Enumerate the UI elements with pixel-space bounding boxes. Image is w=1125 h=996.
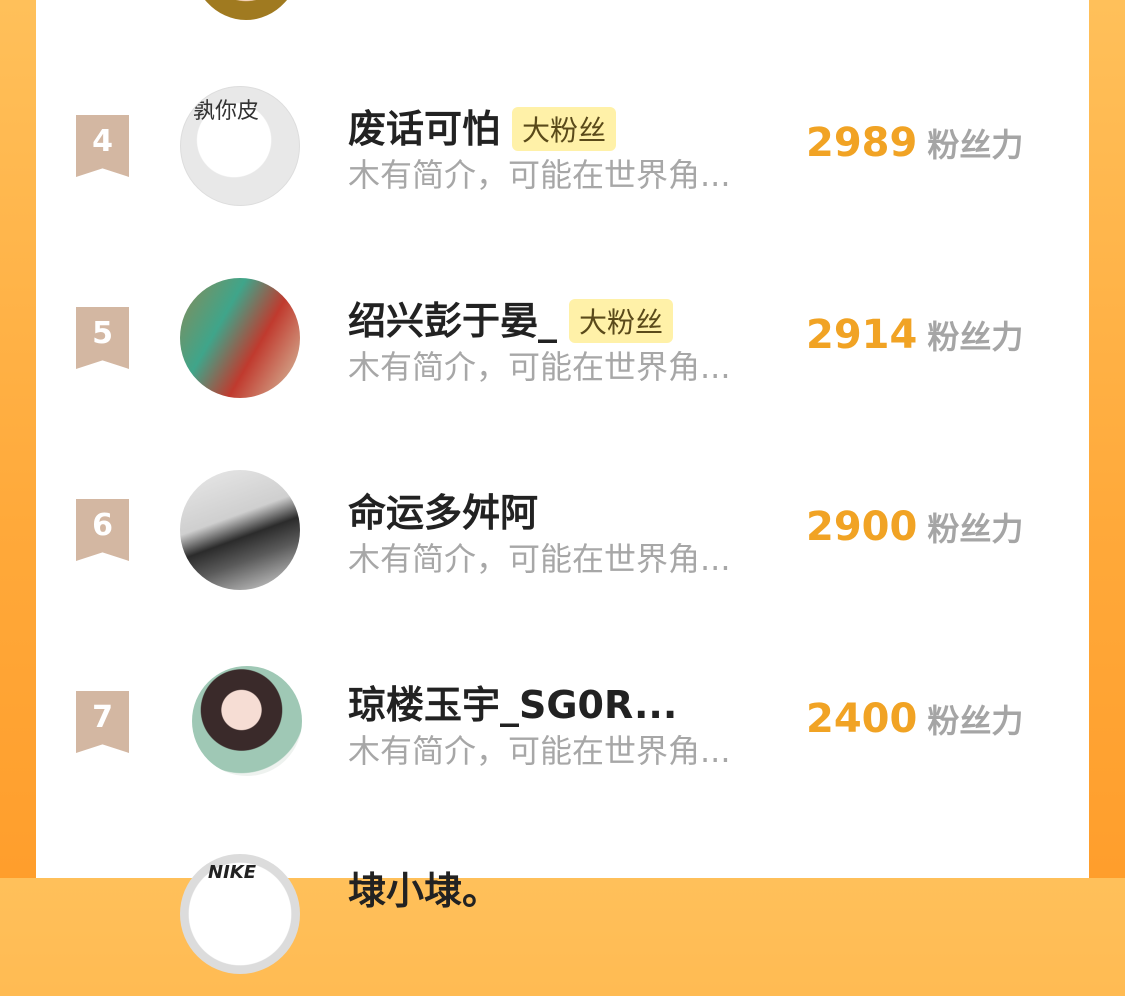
avatar-mark: NIKE [208, 862, 257, 883]
score-unit: 粉丝力 [927, 318, 1024, 356]
user-name[interactable]: 命运多舛阿 [348, 482, 538, 537]
list-item[interactable]: 4 孰你皮 废话可怕 大粉丝 木有简介，可能在世界角... 2989 粉丝力 [36, 78, 1089, 228]
avatar[interactable]: NIKE [180, 854, 300, 974]
list-item[interactable]: 5 绍兴彭于晏_ 大粉丝 木有简介，可能在世界角... 2914 粉丝力 [36, 270, 1089, 420]
avatar-top-partial[interactable] [191, 0, 301, 20]
list-item[interactable]: 6 命运多舛阿 木有简介，可能在世界角... 2900 粉丝力 [36, 462, 1089, 612]
score-value: 2989 [806, 120, 918, 166]
user-intro: 木有简介，可能在世界角... [348, 540, 731, 578]
avatar[interactable] [180, 470, 300, 590]
fan-score: 2400 粉丝力 [806, 696, 1023, 742]
avatar[interactable] [192, 666, 302, 776]
rank-ribbon: 6 [76, 499, 129, 561]
score-value: 2914 [806, 312, 918, 358]
fan-badge: 大粉丝 [512, 106, 617, 151]
score-unit: 粉丝力 [927, 702, 1024, 740]
user-intro: 木有简介，可能在世界角... [348, 348, 731, 386]
fan-score: 2914 粉丝力 [806, 312, 1023, 358]
score-value: 2900 [806, 504, 918, 550]
score-value: 2400 [806, 696, 918, 742]
list-item[interactable]: NIKE 埭小埭。 [36, 846, 1089, 996]
user-intro: 木有简介，可能在世界角... [348, 156, 731, 194]
list-item[interactable]: 7 琼楼玉宇_SG0R... 木有简介，可能在世界角... 2400 粉丝力 [36, 654, 1089, 804]
user-name[interactable]: 废话可怕 大粉丝 [348, 98, 617, 154]
user-name[interactable]: 绍兴彭于晏_ 大粉丝 [348, 290, 674, 346]
ranking-panel: 4 孰你皮 废话可怕 大粉丝 木有简介，可能在世界角... 2989 粉丝力 5 绍… [36, 0, 1089, 974]
user-name[interactable]: 埭小埭。 [348, 860, 500, 915]
rank-ribbon: 7 [76, 691, 129, 753]
user-name[interactable]: 琼楼玉宇_SG0R... [348, 674, 677, 729]
avatar-caption: 孰你皮 [193, 99, 260, 124]
fan-score: 2989 粉丝力 [806, 120, 1023, 166]
rank-ribbon: 5 [76, 307, 129, 369]
score-unit: 粉丝力 [927, 126, 1024, 164]
fan-score: 2900 粉丝力 [806, 504, 1023, 550]
avatar[interactable]: 孰你皮 [180, 86, 300, 206]
score-unit: 粉丝力 [927, 510, 1024, 548]
rank-ribbon: 4 [76, 115, 129, 177]
avatar[interactable] [180, 278, 300, 398]
fan-badge: 大粉丝 [569, 298, 674, 343]
user-intro: 木有简介，可能在世界角... [348, 732, 731, 770]
